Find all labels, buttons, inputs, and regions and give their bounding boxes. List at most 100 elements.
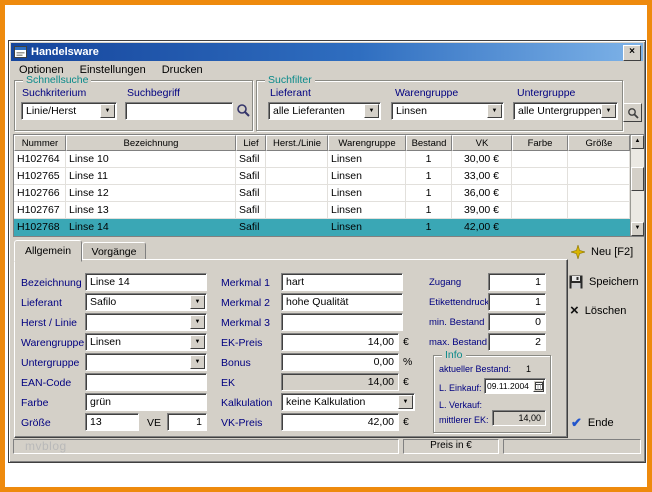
warengruppe-select[interactable]: Linsen <box>85 333 207 351</box>
min-bestand-input[interactable]: 0 <box>488 313 546 331</box>
table-scrollbar[interactable] <box>630 135 644 236</box>
lieferant-value: Safilo <box>90 296 117 308</box>
ek-preis-label: EK-Preis <box>221 337 263 349</box>
menu-bar: Optionen Einstellungen Drucken <box>11 62 643 79</box>
aktueller-bestand-label: aktueller Bestand: <box>439 364 512 374</box>
cell-nummer: H102766 <box>14 185 66 202</box>
herst-linie-label: Herst / Linie <box>21 317 78 329</box>
merkmal3-input[interactable] <box>281 313 403 331</box>
chevron-down-icon[interactable] <box>190 335 205 349</box>
warengruppe-filter-select[interactable]: Linsen <box>391 102 504 120</box>
quick-search-group: Schnellsuche Suchkriterium Linie/Herst S… <box>14 74 253 131</box>
cell-nummer: H102765 <box>14 168 66 185</box>
col-header-lief[interactable]: Lief <box>236 135 266 151</box>
bonus-input[interactable]: 0,00 <box>281 353 399 371</box>
tab-allgemein[interactable]: Allgemein <box>14 240 82 262</box>
delete-button-label: Löschen <box>584 305 627 317</box>
scrollbar-thumb[interactable] <box>631 167 644 191</box>
col-header-groesse[interactable]: Größe <box>568 135 630 151</box>
vk-preis-input[interactable]: 42,00 <box>281 413 399 431</box>
cell-groesse <box>568 219 630 236</box>
col-header-warengruppe[interactable]: Warengruppe <box>328 135 406 151</box>
farbe-label: Farbe <box>21 397 49 409</box>
apply-filter-button[interactable] <box>623 103 642 122</box>
table-row[interactable]: H102766 Linse 12 Safil Linsen 1 36,00 € <box>14 185 630 202</box>
cell-vk: 42,00 € <box>452 219 512 236</box>
chevron-down-icon[interactable] <box>190 315 205 329</box>
save-icon <box>569 275 583 289</box>
ve-label: VE <box>147 417 162 429</box>
l-einkauf-label: L. Einkauf: <box>439 383 482 393</box>
lieferant-select[interactable]: Safilo <box>85 293 207 311</box>
kalkulation-select[interactable]: keine Kalkulation <box>281 393 415 411</box>
ean-code-input[interactable] <box>85 373 207 391</box>
cell-warengruppe: Linsen <box>328 202 406 219</box>
warengruppe-filter-value: Linsen <box>396 105 427 117</box>
ve-input[interactable]: 1 <box>167 413 207 431</box>
table-row[interactable]: H102765 Linse 11 Safil Linsen 1 33,00 € <box>14 168 630 185</box>
table-row[interactable]: H102764 Linse 10 Safil Linsen 1 30,00 € <box>14 151 630 168</box>
cell-lief: Safil <box>236 219 266 236</box>
kalkulation-label: Kalkulation <box>221 397 273 409</box>
untergruppe-select[interactable] <box>85 353 207 371</box>
merkmal3-label: Merkmal 3 <box>221 317 271 329</box>
min-bestand-label: min. Bestand <box>429 317 485 328</box>
ek-preis-input[interactable]: 14,00 <box>281 333 399 351</box>
chevron-down-icon[interactable] <box>100 104 115 118</box>
lieferant-label: Lieferant <box>21 297 62 309</box>
search-criterion-select[interactable]: Linie/Herst <box>21 102 117 120</box>
farbe-input[interactable]: grün <box>85 393 207 411</box>
chevron-down-icon[interactable] <box>487 104 502 118</box>
warengruppe-filter-label: Warengruppe <box>395 87 459 99</box>
max-bestand-input[interactable]: 2 <box>488 333 546 351</box>
end-button[interactable]: Ende <box>571 415 614 431</box>
table-row-selected[interactable]: H102768 Linse 14 Safil Linsen 1 42,00 € <box>14 219 630 236</box>
merkmal1-input[interactable]: hart <box>281 273 403 291</box>
search-icon[interactable] <box>236 103 251 118</box>
untergruppe-filter-select[interactable]: alle Untergruppen <box>513 102 618 120</box>
watermark: mvblog <box>25 439 67 453</box>
save-button[interactable]: Speichern <box>569 275 639 289</box>
chevron-down-icon[interactable] <box>364 104 379 118</box>
cell-herst-linie <box>266 168 328 185</box>
bezeichnung-input[interactable]: Linse 14 <box>85 273 207 291</box>
delete-button[interactable]: Löschen <box>570 305 627 317</box>
zugang-input[interactable]: 1 <box>488 273 546 291</box>
cell-vk: 33,00 € <box>452 168 512 185</box>
col-header-nummer[interactable]: Nummer <box>14 135 66 151</box>
menu-item-drucken[interactable]: Drucken <box>154 63 211 78</box>
herst-linie-select[interactable] <box>85 313 207 331</box>
ek-readonly-field: 14,00 <box>281 373 399 391</box>
table-header-row: Nummer Bezeichnung Lief Herst./Linie War… <box>14 135 630 151</box>
new-button[interactable]: Neu [F2] <box>571 245 633 259</box>
col-header-farbe[interactable]: Farbe <box>512 135 568 151</box>
chevron-down-icon[interactable] <box>190 295 205 309</box>
cell-farbe <box>512 202 568 219</box>
groesse-input[interactable]: 13 <box>85 413 139 431</box>
scroll-down-icon[interactable] <box>631 222 644 236</box>
chevron-down-icon[interactable] <box>601 104 616 118</box>
euro-sign: € <box>403 336 409 348</box>
lieferant-filter-select[interactable]: alle Lieferanten <box>268 102 381 120</box>
col-header-bezeichnung[interactable]: Bezeichnung <box>66 135 236 151</box>
chevron-down-icon[interactable] <box>190 355 205 369</box>
col-header-vk[interactable]: VK <box>452 135 512 151</box>
cell-bestand: 1 <box>406 202 452 219</box>
cell-bestand: 1 <box>406 168 452 185</box>
merkmal2-input[interactable]: hohe Qualität <box>281 293 403 311</box>
col-header-herst-linie[interactable]: Herst./Linie <box>266 135 328 151</box>
scroll-up-icon[interactable] <box>631 135 644 149</box>
close-icon[interactable] <box>623 45 641 61</box>
groesse-label: Größe <box>21 417 51 429</box>
col-header-bestand[interactable]: Bestand <box>406 135 452 151</box>
etikettendruck-input[interactable]: 1 <box>488 293 546 311</box>
ek-label: EK <box>221 377 236 389</box>
calendar-icon[interactable] <box>533 380 544 392</box>
euro-sign: € <box>403 376 409 388</box>
cell-bestand: 1 <box>406 219 452 236</box>
untergruppe-filter-label: Untergruppe <box>517 87 576 99</box>
untergruppe-filter-value: alle Untergruppen <box>518 105 602 117</box>
table-row[interactable]: H102767 Linse 13 Safil Linsen 1 39,00 € <box>14 202 630 219</box>
search-term-input[interactable] <box>125 102 233 120</box>
chevron-down-icon[interactable] <box>398 395 413 409</box>
